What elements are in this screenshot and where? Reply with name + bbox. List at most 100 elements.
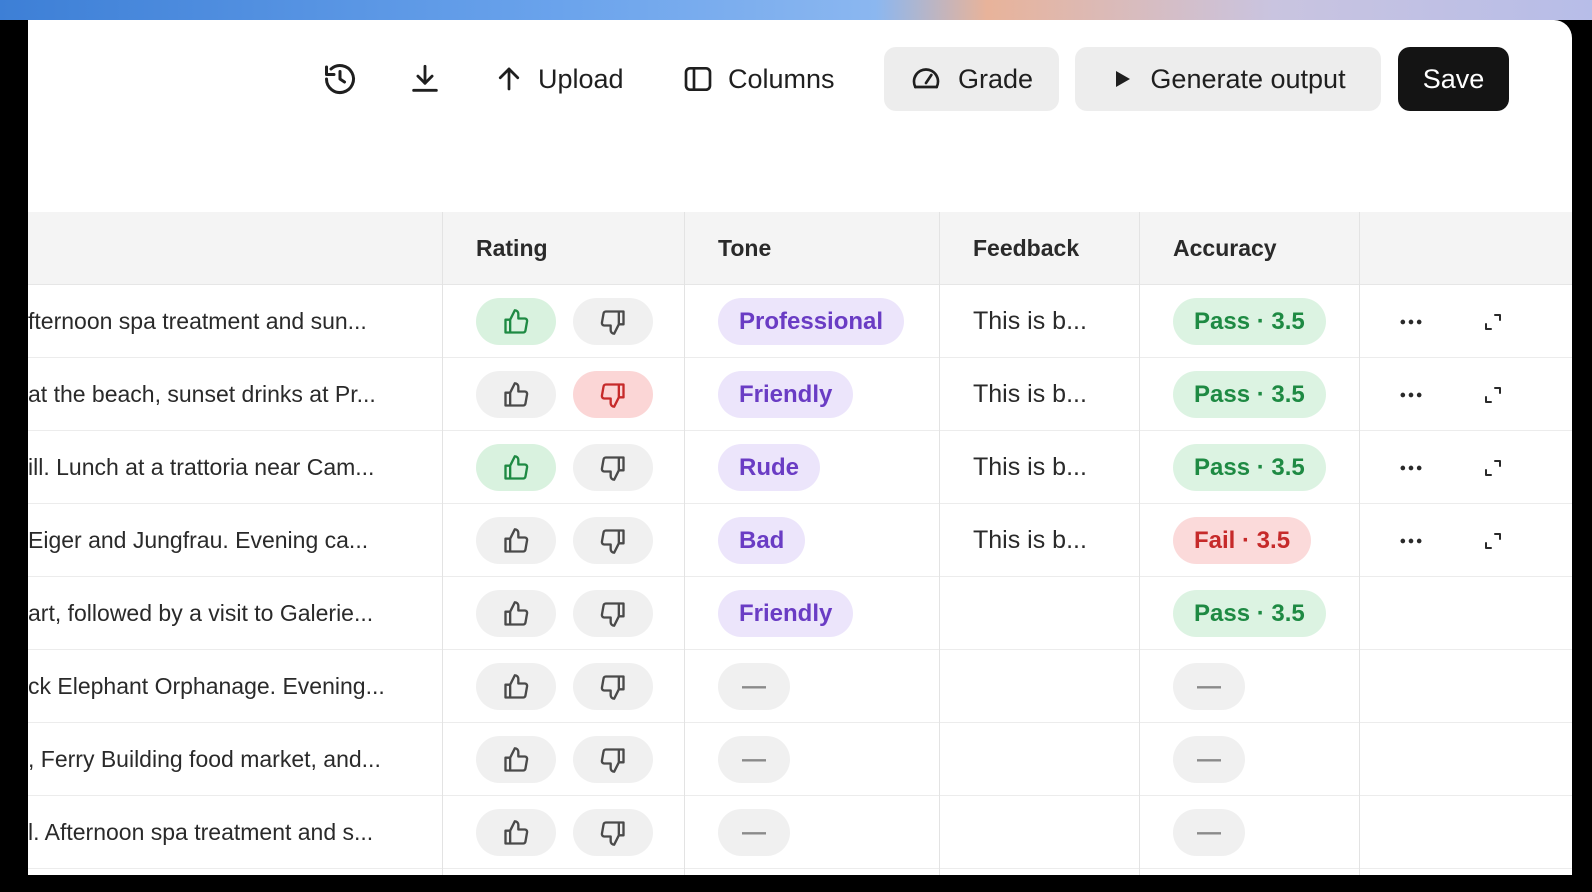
upload-button[interactable]: Upload	[494, 47, 624, 111]
thumbs-down-button[interactable]	[573, 444, 653, 491]
tone-badge[interactable]: —	[718, 736, 790, 783]
accuracy-badge[interactable]: Pass · 3.5	[1173, 590, 1326, 637]
thumbs-down-button[interactable]	[573, 663, 653, 710]
feedback-cell[interactable]	[973, 577, 1133, 650]
arrow-up-icon	[498, 67, 520, 91]
tone-badge[interactable]: —	[718, 663, 790, 710]
save-button[interactable]: Save	[1398, 47, 1509, 111]
expand-button[interactable]	[1481, 504, 1505, 577]
toolbar: Upload Columns Grade Generate output Sav…	[28, 20, 1572, 140]
accuracy-badge[interactable]: Pass · 3.5	[1173, 298, 1326, 345]
table-body: fternoon spa treatment and sun... Profes…	[28, 285, 1572, 869]
more-button[interactable]	[1397, 431, 1425, 504]
expand-icon	[1485, 532, 1501, 549]
more-button[interactable]	[1397, 504, 1425, 577]
header-tone[interactable]: Tone	[718, 212, 771, 285]
thumbs-up-button[interactable]	[476, 590, 556, 637]
expand-icon	[1485, 386, 1501, 403]
expand-icon	[1485, 313, 1501, 330]
accuracy-badge[interactable]: —	[1173, 736, 1245, 783]
column-divider	[684, 212, 685, 875]
accuracy-badge[interactable]: Fail · 3.5	[1173, 517, 1312, 564]
thumbs-up-button[interactable]	[476, 444, 556, 491]
column-divider	[442, 212, 443, 875]
table-row[interactable]: Eiger and Jungfrau. Evening ca... Bad Th…	[28, 504, 1572, 577]
tone-badge[interactable]: Bad	[718, 517, 806, 564]
column-divider	[1359, 212, 1360, 875]
tone-badge[interactable]: Professional	[718, 298, 905, 345]
accuracy-badge[interactable]: —	[1173, 809, 1245, 856]
thumbs-up-icon	[504, 819, 529, 845]
more-button[interactable]	[1397, 285, 1425, 358]
thumbs-up-icon	[504, 527, 529, 553]
thumbs-up-icon	[504, 308, 529, 334]
thumbs-down-button[interactable]	[573, 809, 653, 856]
input-cell: l. Afternoon spa treatment and s...	[28, 819, 374, 845]
thumbs-down-button[interactable]	[573, 517, 653, 564]
thumbs-down-icon	[600, 455, 625, 481]
table-row[interactable]: art, followed by a visit to Galerie... F…	[28, 577, 1572, 650]
expand-button[interactable]	[1481, 285, 1505, 358]
thumbs-down-icon	[600, 747, 625, 773]
header-feedback[interactable]: Feedback	[973, 212, 1079, 285]
more-button[interactable]	[1397, 358, 1425, 431]
thumbs-up-button[interactable]	[476, 809, 556, 856]
input-cell: ck Elephant Orphanage. Evening...	[28, 673, 385, 699]
generate-output-label: Generate output	[1150, 63, 1346, 94]
download-button[interactable]	[408, 47, 442, 111]
feedback-cell[interactable]: This is b...	[973, 358, 1133, 431]
thumbs-up-button[interactable]	[476, 517, 556, 564]
accuracy-badge[interactable]: —	[1173, 663, 1245, 710]
upload-label: Upload	[538, 63, 624, 94]
header-accuracy[interactable]: Accuracy	[1173, 212, 1277, 285]
table-row[interactable]: at the beach, sunset drinks at Pr... Fri…	[28, 358, 1572, 431]
tone-badge[interactable]: —	[718, 809, 790, 856]
header-rating[interactable]: Rating	[476, 212, 548, 285]
thumbs-up-button[interactable]	[476, 371, 556, 418]
feedback-cell[interactable]: This is b...	[973, 285, 1133, 358]
tone-badge[interactable]: Friendly	[718, 590, 854, 637]
feedback-cell[interactable]	[973, 796, 1133, 869]
accuracy-badge[interactable]: Pass · 3.5	[1173, 371, 1326, 418]
columns-button[interactable]: Columns	[682, 47, 835, 111]
thumbs-down-button[interactable]	[573, 736, 653, 783]
save-label: Save	[1422, 63, 1485, 94]
thumbs-up-icon	[504, 746, 529, 772]
thumbs-down-button[interactable]	[573, 371, 653, 418]
ellipsis-icon	[1400, 465, 1422, 470]
feedback-cell[interactable]: This is b...	[973, 431, 1133, 504]
feedback-cell[interactable]: This is b...	[973, 504, 1133, 577]
ellipsis-icon	[1400, 319, 1422, 324]
thumbs-up-icon	[504, 381, 529, 407]
download-icon	[412, 64, 438, 92]
history-button[interactable]	[322, 47, 358, 111]
thumbs-down-button[interactable]	[573, 298, 653, 345]
generate-output-button[interactable]: Generate output	[1075, 47, 1381, 111]
thumbs-up-button[interactable]	[476, 298, 556, 345]
feedback-cell[interactable]	[973, 723, 1133, 796]
thumbs-up-icon	[504, 600, 529, 626]
table-row[interactable]: l. Afternoon spa treatment and s... — —	[28, 796, 1572, 869]
columns-label: Columns	[728, 63, 835, 94]
app-window: Upload Columns Grade Generate output Sav…	[28, 20, 1572, 875]
tone-badge[interactable]: Rude	[718, 444, 820, 491]
thumbs-up-button[interactable]	[476, 663, 556, 710]
table-row[interactable]: , Ferry Building food market, and... — —	[28, 723, 1572, 796]
grade-button[interactable]: Grade	[884, 47, 1059, 111]
column-divider	[1139, 212, 1140, 875]
tone-badge[interactable]: Friendly	[718, 371, 854, 418]
table-row[interactable]: ill. Lunch at a trattoria near Cam... Ru…	[28, 431, 1572, 504]
feedback-cell[interactable]	[973, 650, 1133, 723]
table-header: Rating Tone Feedback Accuracy	[28, 212, 1572, 285]
expand-button[interactable]	[1481, 358, 1505, 431]
thumbs-down-button[interactable]	[573, 590, 653, 637]
thumbs-up-button[interactable]	[476, 736, 556, 783]
results-table: Rating Tone Feedback Accuracy fternoon s…	[28, 212, 1572, 869]
input-cell: at the beach, sunset drinks at Pr...	[28, 381, 376, 407]
thumbs-down-icon	[600, 309, 625, 335]
expand-button[interactable]	[1481, 431, 1505, 504]
table-row[interactable]: ck Elephant Orphanage. Evening... — —	[28, 650, 1572, 723]
table-row[interactable]: fternoon spa treatment and sun... Profes…	[28, 285, 1572, 358]
input-cell: Eiger and Jungfrau. Evening ca...	[28, 527, 369, 553]
accuracy-badge[interactable]: Pass · 3.5	[1173, 444, 1326, 491]
